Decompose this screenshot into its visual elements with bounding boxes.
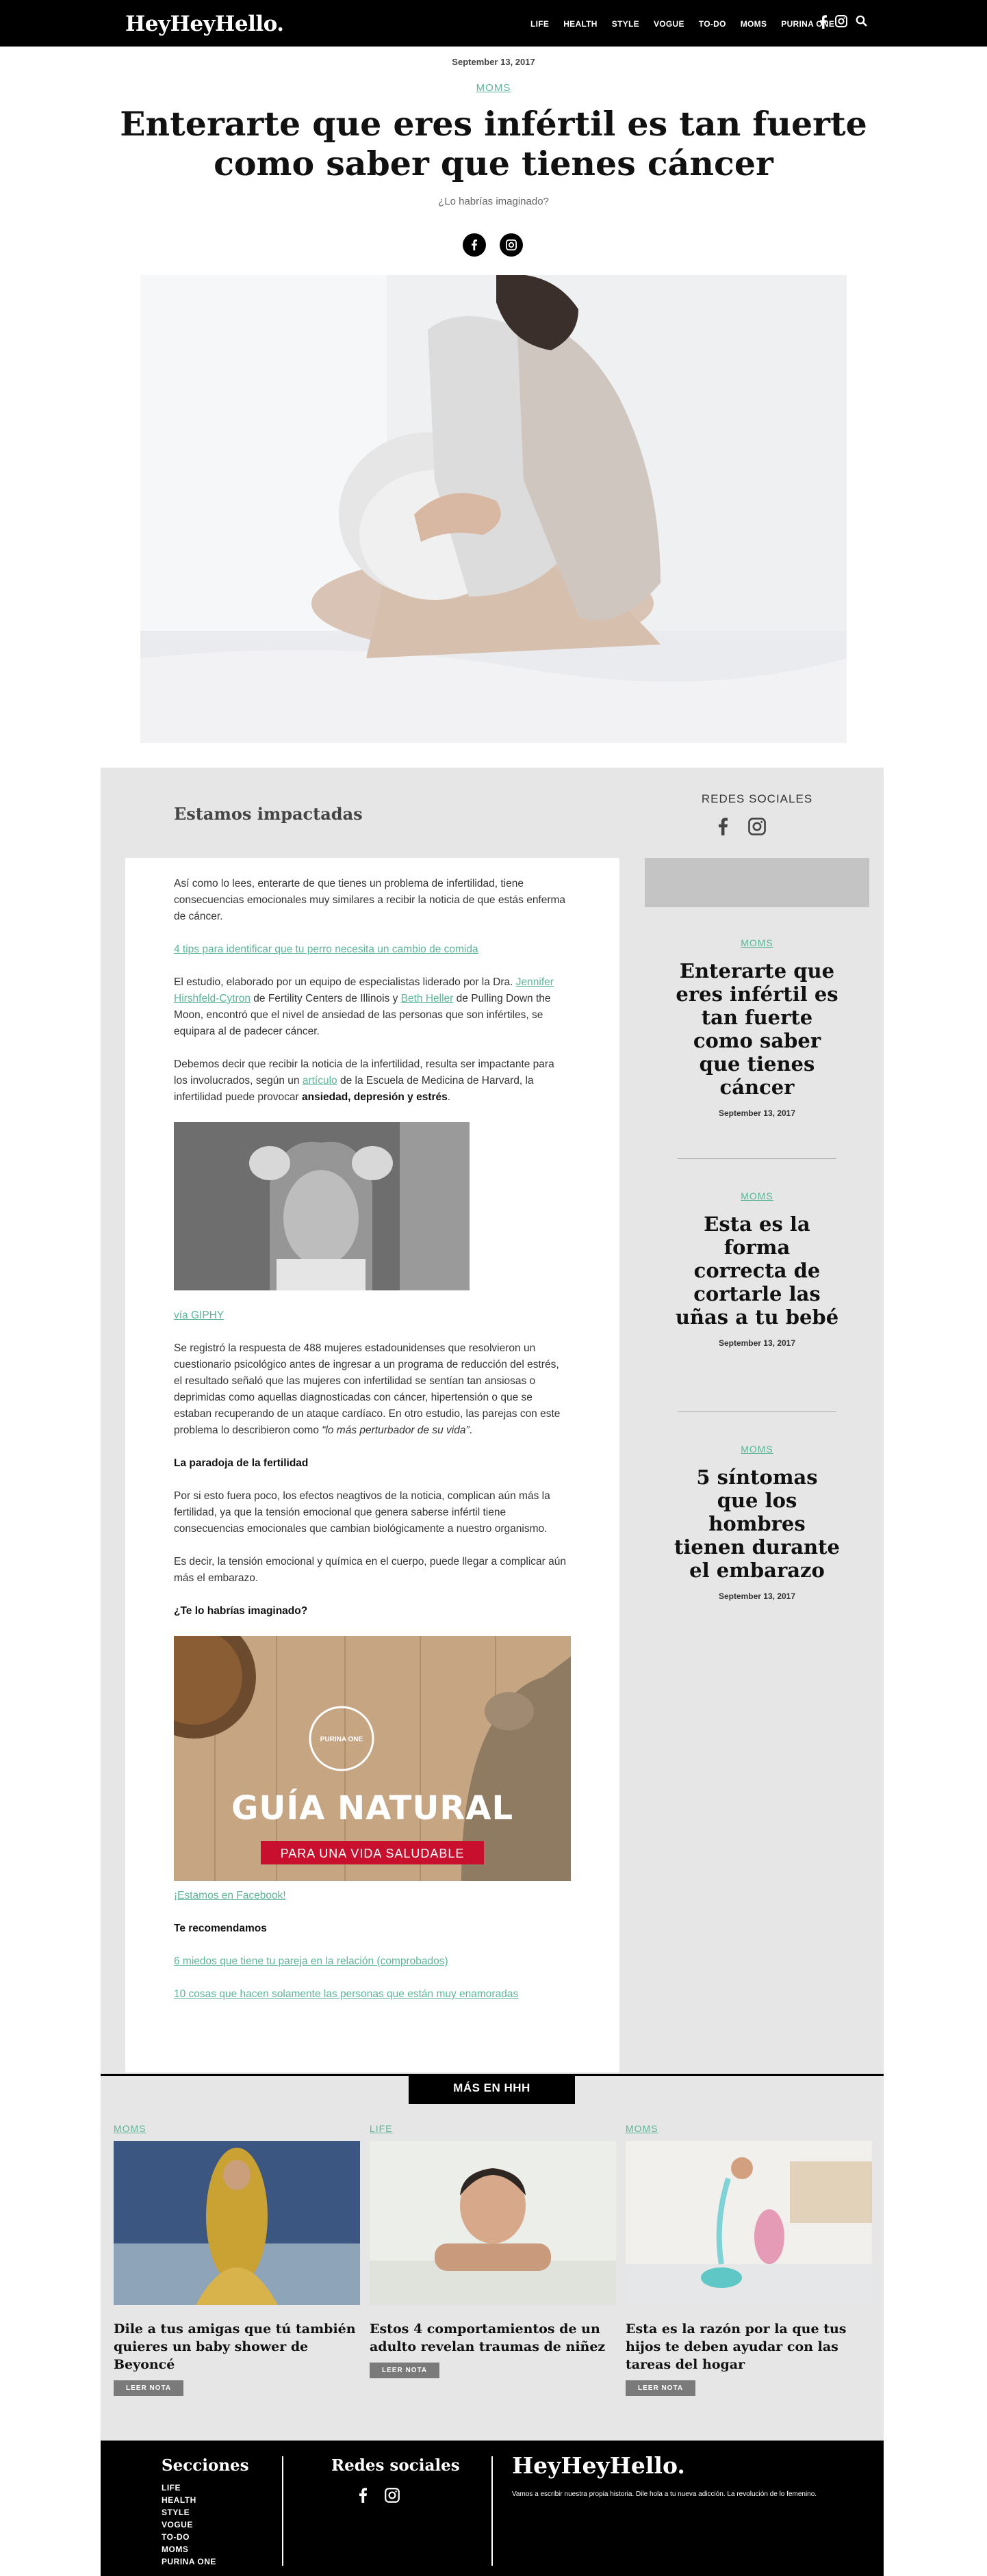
more-card[interactable]: MOMS Dile a tus amigas que tú también qu…	[114, 2123, 360, 2396]
paragraph: El estudio, elaborado por un equipo de e…	[174, 976, 554, 1037]
promo-brand: PURINA ONE	[320, 1736, 363, 1743]
paragraph: Por si esto fuera poco, los efectos neag…	[174, 1490, 550, 1535]
read-more-button[interactable]: LEER NOTA	[114, 2380, 184, 2396]
facebook-page-link[interactable]: ¡Estamos en Facebook!	[174, 1890, 286, 1901]
sidebar-social-title: REDES SOCIALES	[701, 792, 813, 805]
card-category[interactable]: MOMS	[626, 2123, 872, 2134]
recommended-link[interactable]: 10 cosas que hacen solamente las persona…	[174, 1988, 518, 2000]
more-card[interactable]: MOMS Esta es la razón por la que tus hij…	[626, 2123, 872, 2396]
promo-subtitle: PARA UNA VIDA SALUDABLE	[280, 1847, 465, 1860]
footer-link-health[interactable]: HEALTH	[162, 2494, 249, 2506]
sidebar-post-date: September 13, 2017	[718, 1108, 796, 1118]
recommended-link[interactable]: 6 miedos que tiene tu pareja en la relac…	[174, 1955, 448, 1967]
footer-divider	[282, 2456, 283, 2566]
subheading-imaginado: ¿Te lo habrías imaginado?	[174, 1605, 308, 1617]
instagram-icon[interactable]	[835, 15, 847, 29]
footer-link-moms[interactable]: MOMS	[162, 2543, 249, 2555]
footer-social: Redes sociales	[301, 2456, 472, 2475]
footer-link-life[interactable]: LIFE	[162, 2482, 249, 2494]
footer-link-vogue[interactable]: VOGUE	[162, 2519, 249, 2531]
gif-image	[174, 1122, 470, 1290]
read-more-button[interactable]: LEER NOTA	[370, 2363, 440, 2378]
footer-logo[interactable]: HeyHeyHello.	[512, 2452, 685, 2479]
footer-link-style[interactable]: STYLE	[162, 2506, 249, 2519]
sidebar-social-icons	[719, 818, 766, 839]
paragraph: Debemos decir que recibir la noticia de …	[174, 1058, 554, 1103]
share-facebook-icon[interactable]	[463, 233, 486, 257]
sidebar-post-title[interactable]: 5 síntomas que los hombres tienen durant…	[674, 1466, 840, 1582]
footer-tagline: Vamos a escribir nuestra propia historia…	[512, 2490, 817, 2498]
footer-divider	[491, 2456, 493, 2566]
top-navigation-bar: HeyHeyHello. LIFE HEALTH STYLE VOGUE TO-…	[0, 0, 987, 47]
subheading-paradoja: La paradoja de la fertilidad	[174, 1457, 309, 1469]
related-link[interactable]: 4 tips para identificar que tu perro nec…	[174, 944, 478, 955]
sidebar-post-date: September 13, 2017	[718, 1338, 796, 1348]
nav-item-moms[interactable]: MOMS	[741, 19, 767, 29]
sidebar-post[interactable]: MOMS Esta es la forma correcta de cortar…	[674, 1191, 840, 1348]
card-image[interactable]	[626, 2141, 872, 2305]
article-title: Enterarte que eres infértil es tan fuert…	[120, 104, 867, 183]
purina-promo-banner[interactable]: PURINA ONE GUÍA NATURAL PARA UNA VIDA SA…	[174, 1636, 571, 1881]
sidebar-post[interactable]: MOMS 5 síntomas que los hombres tienen d…	[674, 1444, 840, 1601]
paragraph: Así como lo lees, enterarte de que tiene…	[174, 878, 566, 922]
article-category[interactable]: MOMS	[0, 82, 987, 94]
paragraph: Es decir, la tensión emocional y química…	[174, 1556, 566, 1584]
subheading-recomendamos: Te recomendamos	[174, 1923, 267, 1934]
article-subtitle: ¿Lo habrías imaginado?	[438, 196, 549, 207]
instagram-icon[interactable]	[385, 2488, 400, 2506]
facebook-icon[interactable]	[719, 818, 728, 839]
author-link-heller[interactable]: Beth Heller	[401, 993, 454, 1004]
share-instagram-icon[interactable]	[500, 233, 523, 257]
article-body: Así como lo lees, enterarte de que tiene…	[174, 876, 571, 2019]
sidebar-post-title[interactable]: Enterarte que eres infértil es tan fuert…	[674, 959, 840, 1099]
nav-item-to-do[interactable]: TO-DO	[699, 19, 726, 29]
footer-sections: Secciones LIFE HEALTH STYLE VOGUE TO-DO …	[162, 2456, 249, 2568]
sidebar-post-date: September 13, 2017	[718, 1591, 796, 1601]
sidebar-post-category[interactable]: MOMS	[674, 1191, 840, 1201]
read-more-button[interactable]: LEER NOTA	[626, 2380, 696, 2396]
section-title: Estamos impactadas	[174, 804, 363, 824]
sidebar-post[interactable]: MOMS Enterarte que eres infértil es tan …	[674, 937, 840, 1118]
nav-item-life[interactable]: LIFE	[530, 19, 549, 29]
facebook-icon[interactable]	[359, 2488, 367, 2506]
more-section-label: MÁS EN HHH	[409, 2074, 575, 2104]
sidebar-ad-placeholder[interactable]	[645, 858, 869, 907]
site-logo[interactable]: HeyHeyHello.	[125, 12, 284, 36]
facebook-icon[interactable]	[820, 15, 827, 29]
article-date: September 13, 2017	[452, 57, 535, 67]
nav-icons	[820, 15, 867, 29]
search-icon[interactable]	[856, 15, 867, 29]
sidebar-post-category[interactable]: MOMS	[674, 937, 840, 948]
giphy-link[interactable]: vía GIPHY	[174, 1310, 224, 1321]
card-title[interactable]: Dile a tus amigas que tú también quieres…	[114, 2320, 360, 2373]
footer-social-icons	[359, 2488, 400, 2506]
paragraph: Se registró la respuesta de 488 mujeres …	[174, 1342, 561, 1436]
main-nav: LIFE HEALTH STYLE VOGUE TO-DO MOMS PURIN…	[530, 19, 849, 29]
nav-item-style[interactable]: STYLE	[612, 19, 639, 29]
card-category[interactable]: LIFE	[370, 2123, 616, 2134]
sidebar-post-category[interactable]: MOMS	[674, 1444, 840, 1455]
card-title[interactable]: Estos 4 comportamientos de un adulto rev…	[370, 2320, 616, 2356]
promo-title: GUÍA NATURAL	[231, 1789, 514, 1827]
card-image[interactable]	[370, 2141, 616, 2305]
hero-image	[140, 275, 847, 743]
sidebar-divider	[678, 1158, 836, 1159]
footer-social-title: Redes sociales	[331, 2456, 460, 2475]
card-title[interactable]: Esta es la razón por la que tus hijos te…	[626, 2320, 872, 2373]
harvard-article-link[interactable]: artículo	[303, 1075, 337, 1087]
more-card[interactable]: LIFE Estos 4 comportamientos de un adult…	[370, 2123, 616, 2378]
footer-link-purina-one[interactable]: PURINA ONE	[162, 2555, 249, 2568]
nav-item-health[interactable]: HEALTH	[563, 19, 598, 29]
share-buttons	[463, 233, 523, 257]
footer-link-to-do[interactable]: TO-DO	[162, 2531, 249, 2543]
nav-item-vogue[interactable]: VOGUE	[654, 19, 684, 29]
instagram-icon[interactable]	[748, 818, 766, 839]
sidebar-post-title[interactable]: Esta es la forma correcta de cortarle la…	[674, 1212, 840, 1329]
footer-sections-title: Secciones	[162, 2456, 249, 2475]
card-category[interactable]: MOMS	[114, 2123, 360, 2134]
sidebar-divider	[678, 1411, 836, 1412]
card-image[interactable]	[114, 2141, 360, 2305]
